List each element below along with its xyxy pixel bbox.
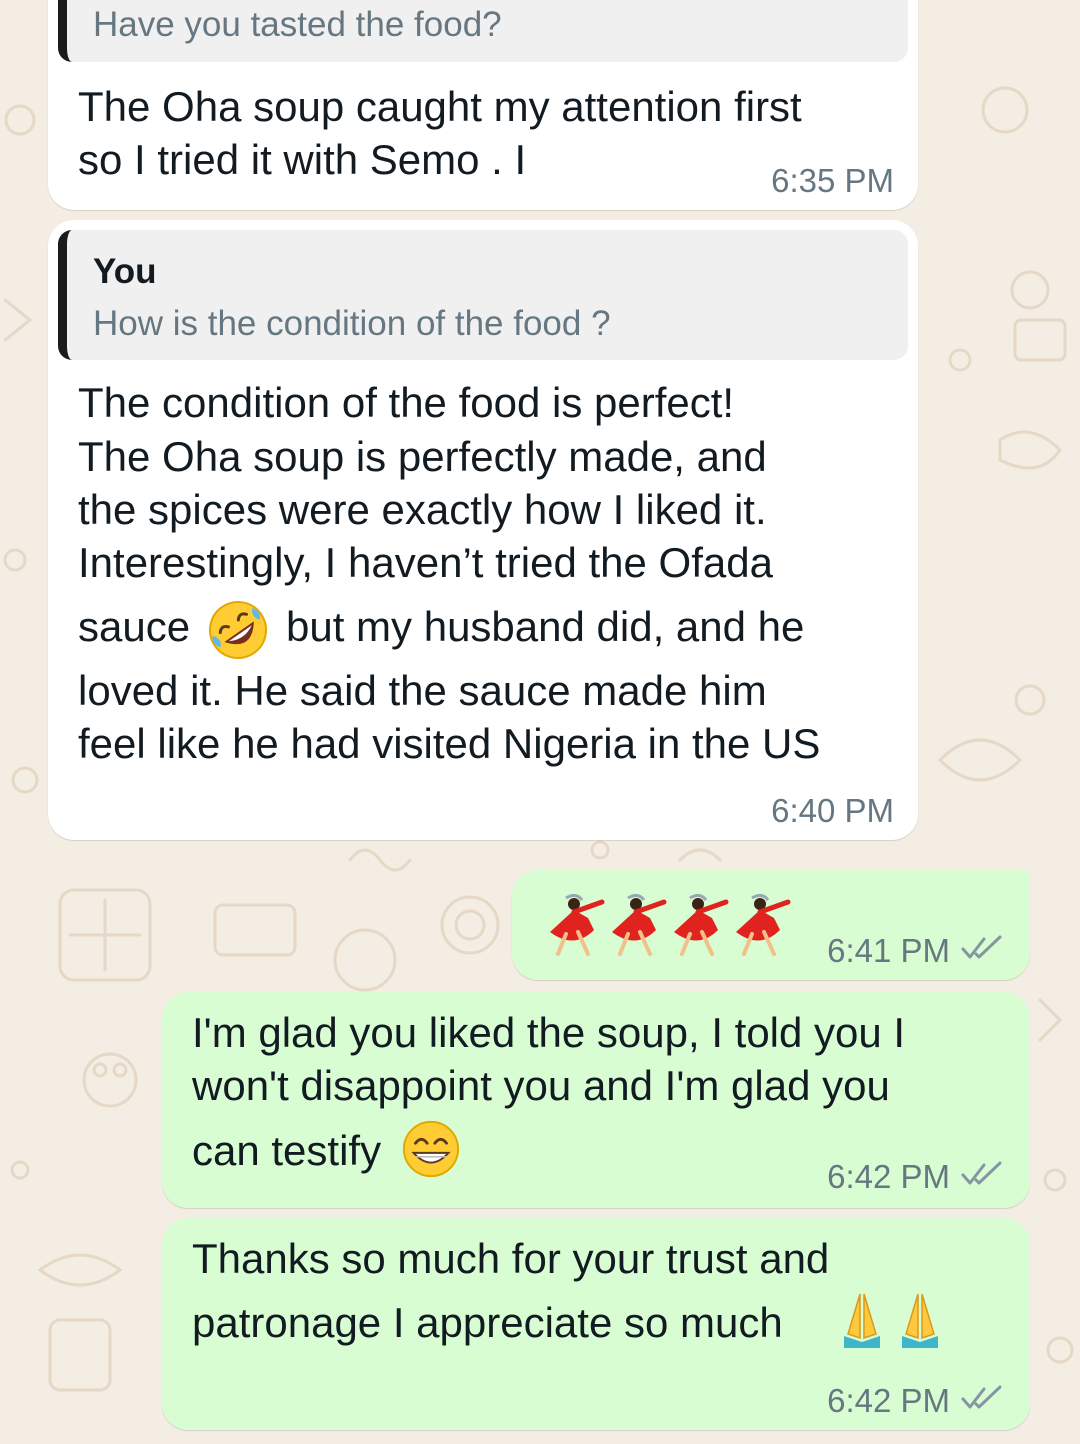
quoted-message-text: How is the condition of the food ?	[93, 304, 611, 343]
double-check-icon	[961, 1385, 1002, 1409]
message-text-line: The Oha soup is perfectly made, and	[78, 433, 767, 480]
message-text-line: The Oha soup caught my attention first	[78, 83, 802, 130]
outgoing-message[interactable]: Thanks so much for your trust and patron…	[162, 1218, 1030, 1430]
double-check-icon	[961, 1161, 1002, 1185]
message-text-line: so I tried it with Semo . I	[78, 136, 527, 183]
message-text-line: Interestingly, I haven’t tried the Ofada	[78, 539, 773, 586]
message-timestamp: 6:35 PM	[771, 162, 894, 199]
rolling-on-floor-laughing-emoji	[209, 601, 267, 659]
message-text-line: The condition of the food is perfect!	[78, 379, 735, 426]
outgoing-message[interactable]: 6:41 PM	[512, 870, 1030, 980]
folded-hands-emoji	[844, 1293, 939, 1349]
quoted-message[interactable]: Have you tasted the food?	[58, 0, 908, 62]
message-text-line: loved it. He said the sauce made him	[78, 667, 767, 714]
message-text-line: sauce	[78, 603, 191, 650]
woman-dancing-emoji-row	[550, 890, 812, 960]
message-text-line: won't disappoint you and I'm glad you	[192, 1062, 890, 1109]
message-timestamp: 6:42 PM	[827, 1158, 950, 1195]
message-text-line: I'm glad you liked the soup, I told you …	[192, 1009, 906, 1056]
quoted-message-text: Have you tasted the food?	[93, 5, 502, 44]
quoted-message[interactable]: You How is the condition of the food ?	[58, 230, 908, 360]
message-text-line: patronage I appreciate so much	[192, 1299, 783, 1346]
quoted-message-author: You	[93, 252, 157, 291]
incoming-message[interactable]: You How is the condition of the food ? T…	[48, 220, 918, 840]
message-timestamp: 6:42 PM	[827, 1382, 950, 1419]
message-text-line: the spices were exactly how I liked it.	[78, 486, 767, 533]
incoming-message[interactable]: Have you tasted the food? The Oha soup c…	[48, 0, 918, 210]
message-timestamp: 6:41 PM	[827, 932, 950, 969]
message-timestamp: 6:40 PM	[771, 792, 894, 829]
message-text-line: can testify	[192, 1127, 382, 1174]
message-text-line: but my husband did, and he	[286, 603, 805, 650]
message-text-line: Thanks so much for your trust and	[192, 1235, 830, 1282]
outgoing-message[interactable]: I'm glad you liked the soup, I told you …	[162, 992, 1030, 1208]
double-check-icon	[961, 935, 1002, 959]
message-text-line: feel like he had visited Nigeria in the …	[78, 720, 821, 767]
beaming-face-emoji	[402, 1120, 460, 1178]
